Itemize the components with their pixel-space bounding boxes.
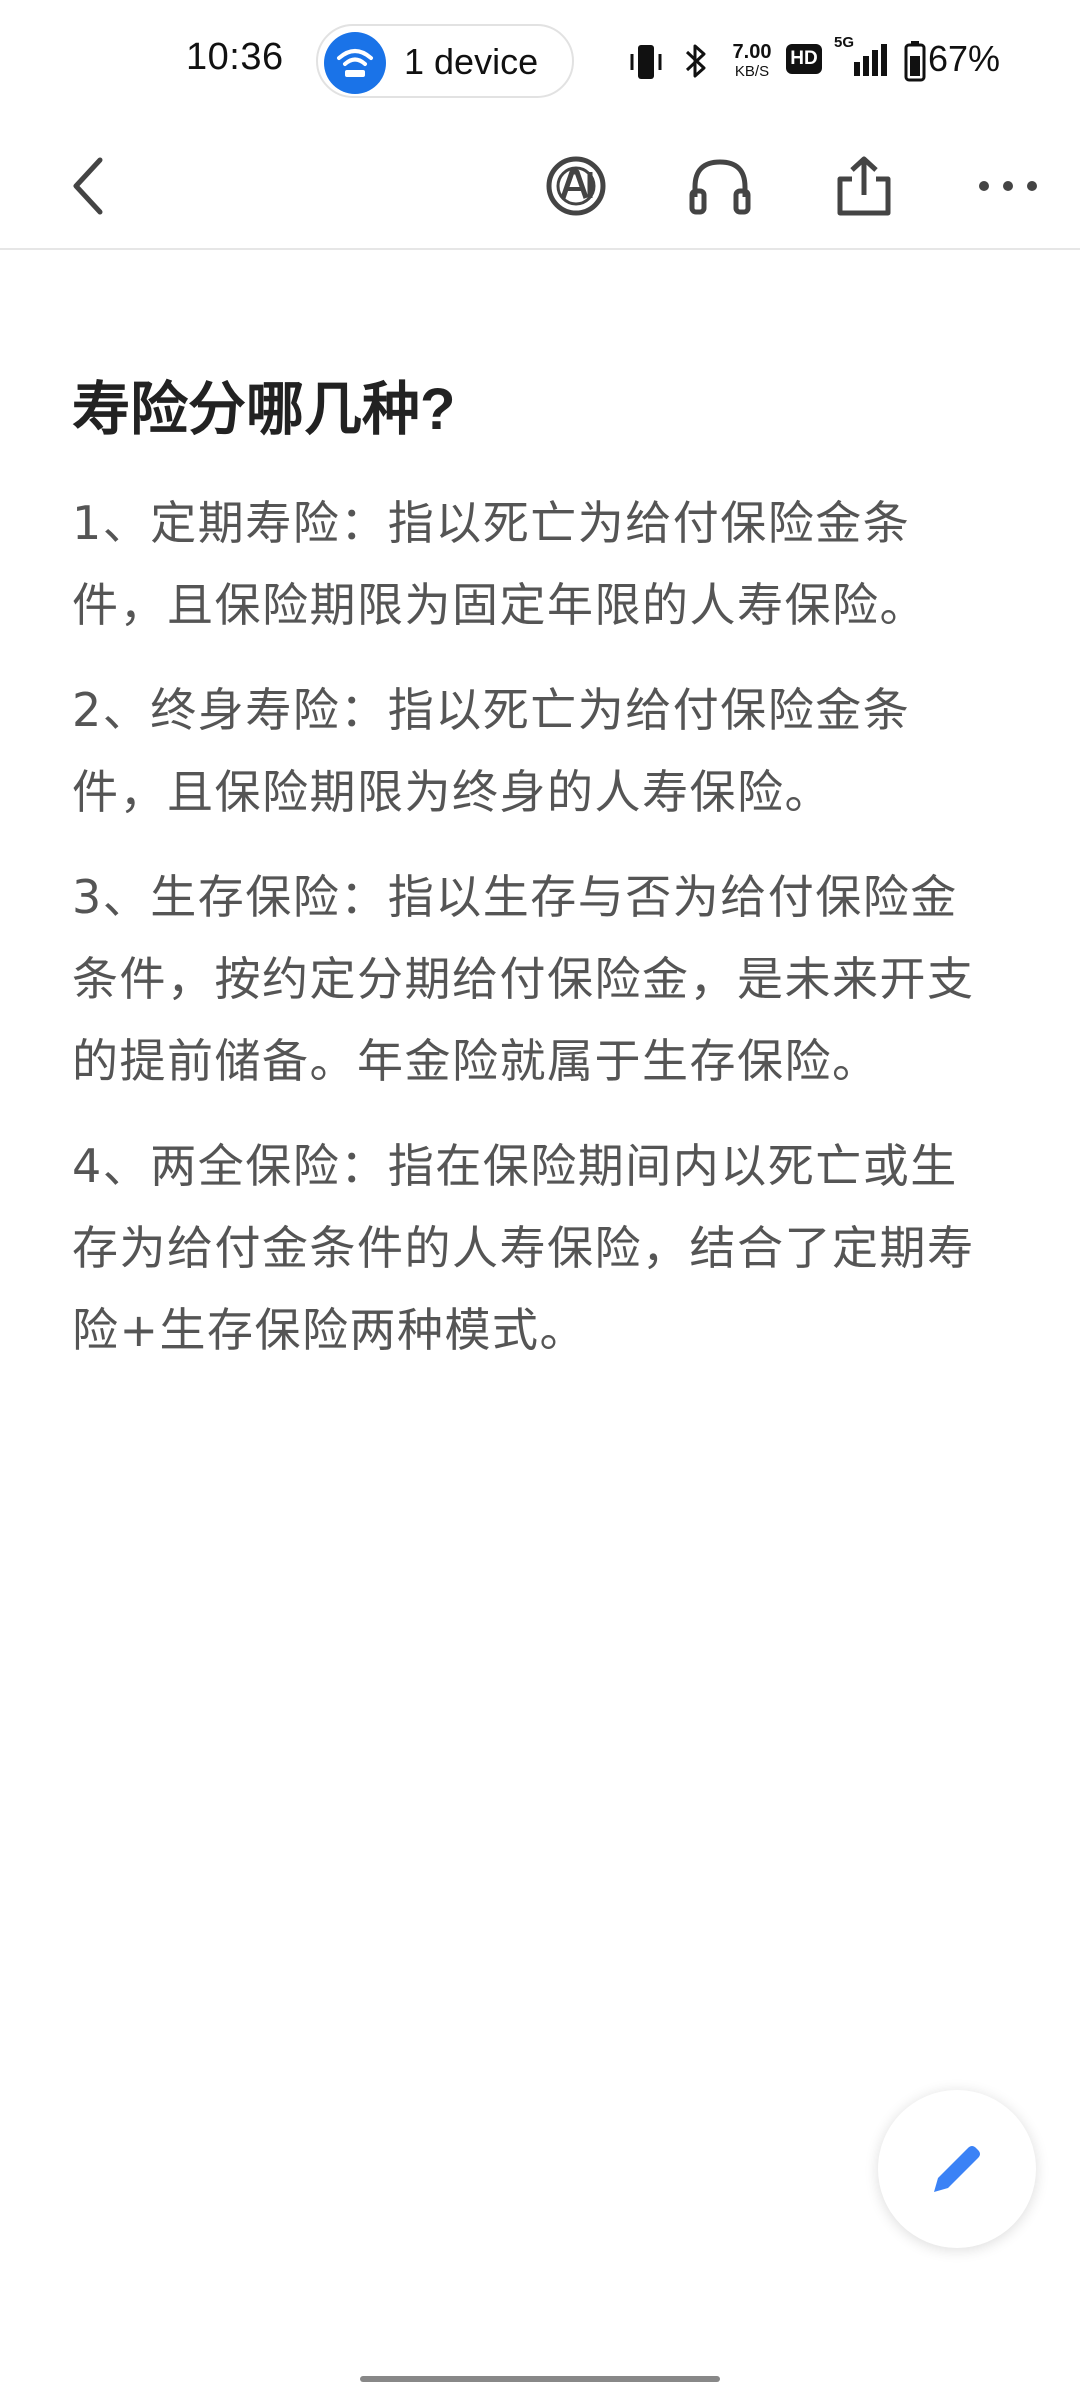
home-indicator [360,2376,720,2382]
connected-devices-pill[interactable]: 1 device [316,24,574,98]
network-speed: 7.00 KB/S [726,42,778,79]
device-count-label: 1 device [404,41,539,82]
ai-assistant-button[interactable] [536,122,616,250]
hd-badge: HD [786,44,822,74]
edit-button[interactable] [878,2090,1036,2248]
status-bar: 10:36 1 device 7.00 KB/S HD 5G 67% [0,0,1080,122]
back-button[interactable] [50,122,126,250]
pencil-icon [934,2146,980,2192]
vibrate-icon [630,45,662,79]
headphones-icon [689,159,751,215]
battery-percent: 67% [928,38,1001,79]
ai-icon [546,156,606,216]
more-dots-icon [979,181,1037,191]
paragraph-term-life: 1、定期寿险：指以死亡为给付保险金条件，且保险期限为固定年限的人寿保险。 [72,496,927,632]
status-time: 10:36 [186,36,284,78]
bluetooth-icon [685,44,706,78]
share-button[interactable] [822,122,906,250]
network-speed-unit: KB/S [734,63,770,80]
paragraph-survival-insurance: 3、生存保险：指以生存与否为给付保险金条件，按约定分期给付保险金，是未来开支的提… [72,870,975,1088]
share-icon [837,156,891,216]
listen-button[interactable] [680,122,760,250]
wifi-icon [324,32,386,94]
network-speed-value: 7.00 [732,41,772,63]
battery-icon [904,41,926,82]
paragraph-whole-life: 2、终身寿险：指以死亡为给付保险金条件，且保险期限为终身的人寿保险。 [72,683,911,819]
more-options-button[interactable] [968,122,1048,250]
status-icons: 7.00 KB/S HD 5G 67% [620,32,1080,92]
chevron-left-icon [73,157,103,215]
screen: 10:36 1 device 7.00 KB/S HD 5G 67% 寿险分哪几… [0,0,1080,2382]
paragraph-endowment-insurance: 4、两全保险：指在保险期间内以死亡或生存为给付金条件的人寿保险，结合了定期寿险+… [72,1139,975,1357]
article-title: 寿险分哪几种? [72,377,456,442]
signal-5g-icon: 5G [834,34,894,84]
top-toolbar [0,122,1080,250]
